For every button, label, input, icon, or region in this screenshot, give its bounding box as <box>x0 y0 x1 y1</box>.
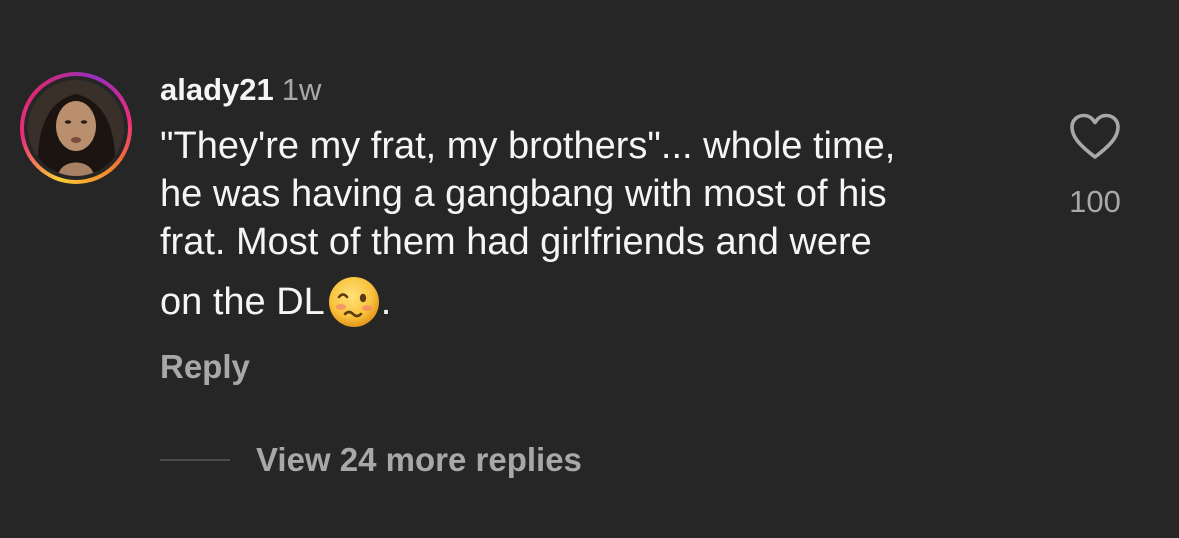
avatar[interactable] <box>28 80 124 176</box>
avatar-story-ring[interactable] <box>20 72 132 184</box>
comment-text-line: on the DL <box>160 281 325 323</box>
comment-text-line: frat. Most of them had girlfriends and w… <box>160 221 872 263</box>
like-count: 100 <box>1069 184 1121 219</box>
comment-text-suffix: . <box>380 281 392 323</box>
comment-text-last-line: on the DL . <box>160 274 1040 330</box>
view-more-replies-label: View 24 more replies <box>256 441 582 478</box>
comment-item: alady21 1w "They're my frat, my brothers… <box>0 0 1179 538</box>
comment-text: "They're my frat, my brothers"... whole … <box>160 122 1040 330</box>
comment-header: alady21 1w <box>160 72 321 112</box>
reply-button[interactable]: Reply <box>160 348 250 386</box>
comment-text-line: "They're my frat, my brothers"... whole … <box>160 125 896 167</box>
woozy-face-emoji <box>328 277 379 327</box>
timestamp: 1w <box>281 72 322 107</box>
comment-text-line: he was having a gangbang with most of hi… <box>160 173 887 215</box>
avatar-gap <box>24 76 128 180</box>
heart-outline-icon[interactable] <box>1068 112 1122 162</box>
username[interactable]: alady21 <box>160 72 274 108</box>
replies-divider <box>160 459 230 461</box>
view-more-replies-button[interactable]: View 24 more replies <box>160 438 582 482</box>
